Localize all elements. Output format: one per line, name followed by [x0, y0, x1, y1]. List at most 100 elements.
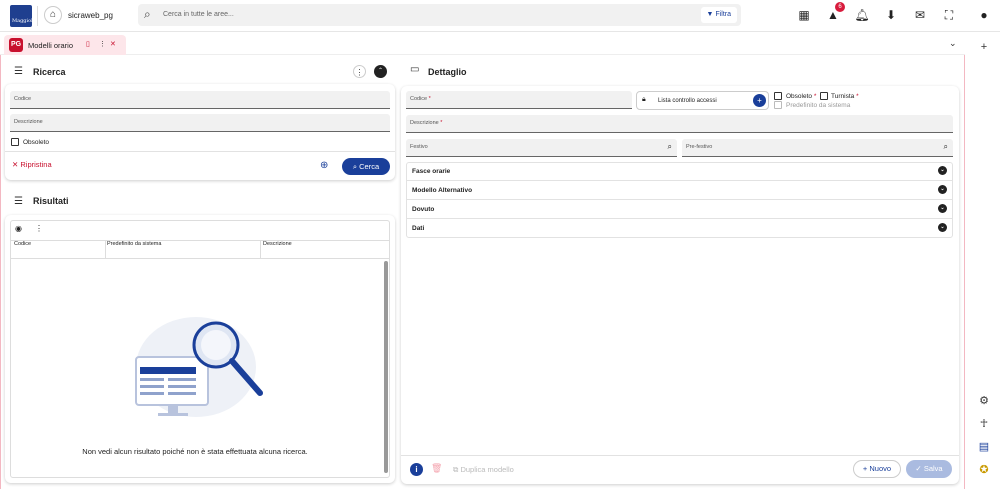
panel-icon: ▭: [410, 64, 420, 75]
close-icon[interactable]: ✕: [110, 40, 116, 48]
search-list-icon: ☰: [14, 66, 23, 77]
filter-label: Filtra: [715, 11, 731, 18]
scrollbar[interactable]: [384, 261, 388, 473]
nuovo-button[interactable]: + Nuovo: [853, 460, 901, 478]
festivo-label: Festivo: [410, 144, 428, 150]
logo-text: Maggioli: [12, 18, 35, 24]
empty-search-illustration: [135, 317, 263, 417]
obsoleto-checkbox[interactable]: [774, 92, 782, 100]
predefinito-checkbox: [774, 101, 782, 109]
chat-icon[interactable]: ▤: [977, 440, 991, 454]
codice-label: Codice *: [410, 96, 431, 102]
gear-icon[interactable]: ⚙: [977, 394, 991, 408]
global-search[interactable]: ⌕ Cerca in tutte le aree... ▼ Filtra: [138, 4, 741, 26]
dashboard-icon[interactable]: ▦: [795, 6, 813, 24]
divider: [10, 258, 390, 259]
obsoleto-checkbox[interactable]: [11, 138, 19, 146]
column-header-codice[interactable]: Codice: [14, 241, 31, 247]
obsoleto-label: Obsoleto: [23, 139, 50, 146]
copy-icon: ⧉: [453, 465, 459, 474]
empty-results-message: Non vedi alcun risultato poiché non è st…: [82, 447, 308, 456]
list-icon: ☰: [14, 196, 23, 207]
descrizione-label: Descrizione: [14, 119, 43, 125]
accordion-fasce-orarie[interactable]: Fasce orarie ⌄: [406, 162, 953, 181]
codice-label: Codice: [14, 96, 32, 102]
ricerca-card: Codice Descrizione Obsoleto: [5, 84, 395, 180]
codice-field[interactable]: Codice: [10, 91, 390, 109]
descrizione-field[interactable]: Descrizione: [10, 114, 390, 132]
column-header-predefinito[interactable]: Predefinito da sistema: [107, 241, 161, 247]
chevron-down-icon[interactable]: ⌄: [949, 38, 957, 49]
add-icon[interactable]: +: [753, 94, 766, 107]
add-icon[interactable]: +: [977, 40, 991, 54]
tab-bar: PG Modelli orario ▯ ⋮ ✕: [0, 33, 965, 55]
ripristina-label: Ripristina: [20, 160, 52, 169]
predefinito-label: Predefinito da sistema: [786, 102, 851, 109]
bank-icon[interactable]: ⌂: [44, 6, 62, 24]
more-icon[interactable]: ⋮: [99, 40, 106, 48]
delete-icon: 🗑︎: [431, 463, 443, 473]
close-icon: ✕: [12, 160, 19, 169]
check-icon: ✓: [915, 464, 922, 473]
descrizione-field[interactable]: Descrizione *: [406, 115, 953, 133]
filter-button[interactable]: ▼ Filtra: [700, 7, 737, 23]
search-icon: ⌕: [144, 7, 151, 21]
chevron-down-icon: ⌄: [938, 223, 947, 232]
search-input[interactable]: Cerca in tutte le aree...: [163, 11, 234, 18]
add-icon: +: [862, 464, 868, 473]
divider: [401, 455, 959, 456]
search-icon: ⌕: [352, 162, 358, 171]
obsoleto-label: Obsoleto *: [786, 93, 817, 100]
account-icon[interactable]: ●: [975, 6, 993, 24]
cerca-button[interactable]: ⌕ Cerca: [342, 158, 390, 175]
chevron-down-icon: ⌄: [938, 204, 947, 213]
tab-label: Modelli orario: [28, 41, 74, 50]
lock-icon: 🔒︎: [642, 96, 646, 103]
info-icon[interactable]: i: [410, 463, 423, 476]
accordion-modello-alternativo[interactable]: Modello Alternativo ⌄: [406, 181, 953, 200]
festivo-field[interactable]: Festivo ⌕: [406, 139, 677, 157]
more-icon[interactable]: ⋮: [353, 65, 366, 78]
codice-field[interactable]: Codice *: [406, 91, 632, 109]
accordion-dati[interactable]: Dati ⌄: [406, 219, 953, 238]
divider: [37, 6, 38, 26]
module-icon: PG: [9, 38, 23, 52]
ricerca-title: Ricerca: [33, 67, 66, 77]
duplica-button: ⧉ Duplica modello: [453, 465, 514, 474]
eye-icon[interactable]: ◉: [15, 224, 22, 233]
divider: [105, 240, 106, 258]
app-name: sicraweb_pg: [68, 11, 113, 20]
collapse-icon[interactable]: ⌃: [374, 65, 387, 78]
dettaglio-title: Dettaglio: [428, 67, 467, 77]
ripristina-button[interactable]: ✕ Ripristina: [12, 160, 52, 169]
chevron-down-icon: ⌄: [938, 185, 947, 194]
bell-icon[interactable]: 🔔︎: [853, 6, 871, 24]
lista-controllo-accessi-field[interactable]: 🔒︎ Lista controllo accessi +: [636, 91, 769, 110]
alert-badge: 6: [835, 2, 845, 12]
mail-icon[interactable]: ✉: [911, 6, 929, 24]
turnista-checkbox[interactable]: [820, 92, 828, 100]
lista-label: Lista controllo accessi: [658, 98, 717, 104]
column-header-descrizione[interactable]: Descrizione: [263, 241, 292, 247]
accordion-dovuto[interactable]: Dovuto ⌄: [406, 200, 953, 219]
search-icon[interactable]: ⌕: [944, 142, 948, 152]
download-icon[interactable]: ⬇: [882, 6, 900, 24]
top-bar: Maggioli ⌂ sicraweb_pg ⌕ Cerca in tutte …: [0, 0, 1000, 32]
fullscreen-icon[interactable]: ⛶: [940, 6, 958, 24]
search-icon[interactable]: ⌕: [668, 142, 672, 152]
turnista-label: Turnista *: [831, 93, 859, 100]
more-icon[interactable]: ⋮: [35, 224, 43, 233]
descrizione-label: Descrizione *: [410, 120, 443, 126]
divider: [260, 240, 261, 258]
prefestivo-field[interactable]: Pre-festivo ⌕: [682, 139, 953, 157]
tab-modelli-orario[interactable]: PG Modelli orario ▯ ⋮ ✕: [4, 35, 126, 55]
prefestivo-label: Pre-festivo: [686, 144, 713, 150]
salva-button: ✓ Salva: [906, 460, 952, 478]
help-icon[interactable]: ✪: [977, 463, 991, 477]
accessibility-icon[interactable]: ☥: [977, 417, 991, 431]
divider: [10, 240, 390, 241]
bookmark-icon[interactable]: ▯: [86, 40, 90, 48]
zoom-icon[interactable]: ⊕: [320, 160, 328, 171]
filter-icon: ▼: [706, 11, 714, 18]
cerca-label: Cerca: [359, 162, 380, 171]
